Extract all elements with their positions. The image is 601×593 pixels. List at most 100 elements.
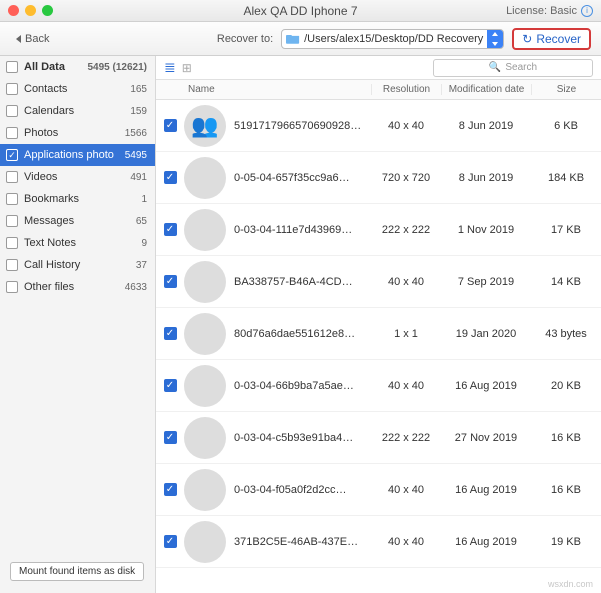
toolbar: Back Recover to: /Users/alex15/Desktop/D…	[0, 22, 601, 56]
sidebar-item-label: All Data	[24, 61, 88, 73]
col-resolution[interactable]: Resolution	[371, 84, 441, 95]
sidebar-item-photos[interactable]: Photos 1566	[0, 122, 155, 144]
chevron-up-icon	[492, 32, 498, 36]
checkbox[interactable]	[6, 237, 18, 249]
file-name: 80d76a6dae551612e8…	[234, 328, 371, 340]
checkbox[interactable]	[6, 83, 18, 95]
table-row[interactable]: ✓0-03-04-c5b93e91ba4…222 x 22227 Nov 201…	[156, 412, 601, 464]
checkbox[interactable]: ✓	[164, 379, 177, 392]
file-size: 14 KB	[531, 276, 601, 288]
file-name: 0-05-04-657f35cc9a6…	[234, 172, 371, 184]
table-row[interactable]: ✓👥5191717966570690928…40 x 408 Jun 20196…	[156, 100, 601, 152]
table-row[interactable]: ✓BA338757-B46A-4CD…40 x 407 Sep 201914 K…	[156, 256, 601, 308]
sidebar-item-label: Calendars	[24, 105, 130, 117]
sidebar-item-count: 1	[141, 194, 147, 205]
table-row[interactable]: ✓371B2C5E-46AB-437E…40 x 4016 Aug 201919…	[156, 516, 601, 568]
file-size: 184 KB	[531, 172, 601, 184]
table-row[interactable]: ✓0-05-04-657f35cc9a6…720 x 7208 Jun 2019…	[156, 152, 601, 204]
sidebar-item-label: Call History	[24, 259, 136, 271]
thumbnail	[184, 261, 226, 303]
list-view-icon[interactable]: ≣	[164, 59, 176, 76]
file-resolution: 222 x 222	[371, 432, 441, 444]
checkbox[interactable]: ✓	[164, 327, 177, 340]
col-size[interactable]: Size	[531, 84, 601, 95]
checkbox[interactable]	[6, 259, 18, 271]
row-checkbox-cell: ✓	[156, 119, 184, 132]
file-size: 16 KB	[531, 484, 601, 496]
checkbox[interactable]: ✓	[164, 483, 177, 496]
checkbox[interactable]	[6, 171, 18, 183]
checkbox[interactable]	[6, 105, 18, 117]
row-checkbox-cell: ✓	[156, 379, 184, 392]
sidebar-item-bookmarks[interactable]: Bookmarks 1	[0, 188, 155, 210]
file-resolution: 720 x 720	[371, 172, 441, 184]
file-list[interactable]: ✓👥5191717966570690928…40 x 408 Jun 20196…	[156, 100, 601, 593]
sidebar-all-data[interactable]: All Data 5495 (12621)	[0, 56, 155, 78]
checkbox[interactable]	[6, 193, 18, 205]
search-input[interactable]: 🔍 Search	[433, 59, 593, 77]
col-date[interactable]: Modification date	[441, 84, 531, 95]
path-stepper[interactable]	[487, 29, 503, 49]
file-resolution: 40 x 40	[371, 120, 441, 132]
table-row[interactable]: ✓80d76a6dae551612e8…1 x 119 Jan 202043 b…	[156, 308, 601, 360]
sidebar-item-count: 5495	[125, 150, 147, 161]
checkbox[interactable]	[6, 215, 18, 227]
sidebar-item-calendars[interactable]: Calendars 159	[0, 100, 155, 122]
checkbox[interactable]	[6, 281, 18, 293]
checkbox[interactable]: ✓	[164, 171, 177, 184]
checkbox[interactable]	[6, 61, 18, 73]
sidebar-item-call-history[interactable]: Call History 37	[0, 254, 155, 276]
mount-items-button[interactable]: Mount found items as disk	[10, 562, 144, 581]
sidebar-item-label: Photos	[24, 127, 125, 139]
checkbox[interactable]: ✓	[164, 535, 177, 548]
thumbnail	[184, 469, 226, 511]
sidebar-item-applications-photo[interactable]: Applications photo 5495	[0, 144, 155, 166]
thumbnail: 👥	[184, 105, 226, 147]
checkbox[interactable]	[6, 149, 18, 161]
sidebar-item-other-files[interactable]: Other files 4633	[0, 276, 155, 298]
checkbox[interactable]: ✓	[164, 431, 177, 444]
sidebar-item-count: 4633	[125, 282, 147, 293]
file-name: 371B2C5E-46AB-437E…	[234, 536, 371, 548]
file-size: 17 KB	[531, 224, 601, 236]
grid-view-icon[interactable]: ⊞	[182, 61, 192, 75]
sidebar-item-label: Bookmarks	[24, 193, 141, 205]
recover-to-label: Recover to:	[217, 33, 273, 45]
row-checkbox-cell: ✓	[156, 431, 184, 444]
content-toolbar: ≣ ⊞ 🔍 Search	[156, 56, 601, 80]
recover-path-text: /Users/alex15/Desktop/DD Recovery	[304, 33, 487, 45]
checkbox[interactable]	[6, 127, 18, 139]
table-row[interactable]: ✓0-03-04-f05a0f2d2cc…40 x 4016 Aug 20191…	[156, 464, 601, 516]
sidebar: All Data 5495 (12621) Contacts 165 Calen…	[0, 56, 156, 593]
checkbox[interactable]: ✓	[164, 223, 177, 236]
file-date: 19 Jan 2020	[441, 328, 531, 340]
info-icon[interactable]: i	[581, 5, 593, 17]
row-checkbox-cell: ✓	[156, 535, 184, 548]
recover-button[interactable]: ↻ Recover	[512, 28, 591, 50]
row-checkbox-cell: ✓	[156, 171, 184, 184]
recover-button-label: Recover	[536, 32, 581, 46]
sidebar-item-text-notes[interactable]: Text Notes 9	[0, 232, 155, 254]
file-date: 27 Nov 2019	[441, 432, 531, 444]
sidebar-item-contacts[interactable]: Contacts 165	[0, 78, 155, 100]
file-date: 7 Sep 2019	[441, 276, 531, 288]
thumbnail	[184, 417, 226, 459]
titlebar: Alex QA DD Iphone 7 License: Basic i	[0, 0, 601, 22]
file-resolution: 40 x 40	[371, 276, 441, 288]
sidebar-item-videos[interactable]: Videos 491	[0, 166, 155, 188]
file-date: 1 Nov 2019	[441, 224, 531, 236]
checkbox[interactable]: ✓	[164, 275, 177, 288]
back-button[interactable]: Back	[10, 31, 55, 47]
checkbox[interactable]: ✓	[164, 119, 177, 132]
column-headers: Name Resolution Modification date Size	[156, 80, 601, 100]
table-row[interactable]: ✓0-03-04-111e7d43969…222 x 2221 Nov 2019…	[156, 204, 601, 256]
thumbnail	[184, 157, 226, 199]
col-name[interactable]: Name	[184, 84, 371, 95]
file-date: 8 Jun 2019	[441, 120, 531, 132]
recover-path-select[interactable]: /Users/alex15/Desktop/DD Recovery	[281, 29, 504, 49]
table-row[interactable]: ✓0-03-04-66b9ba7a5ae…40 x 4016 Aug 20192…	[156, 360, 601, 412]
sidebar-item-messages[interactable]: Messages 65	[0, 210, 155, 232]
thumbnail	[184, 313, 226, 355]
sidebar-item-count: 65	[136, 216, 147, 227]
file-name: 0-03-04-111e7d43969…	[234, 224, 371, 236]
